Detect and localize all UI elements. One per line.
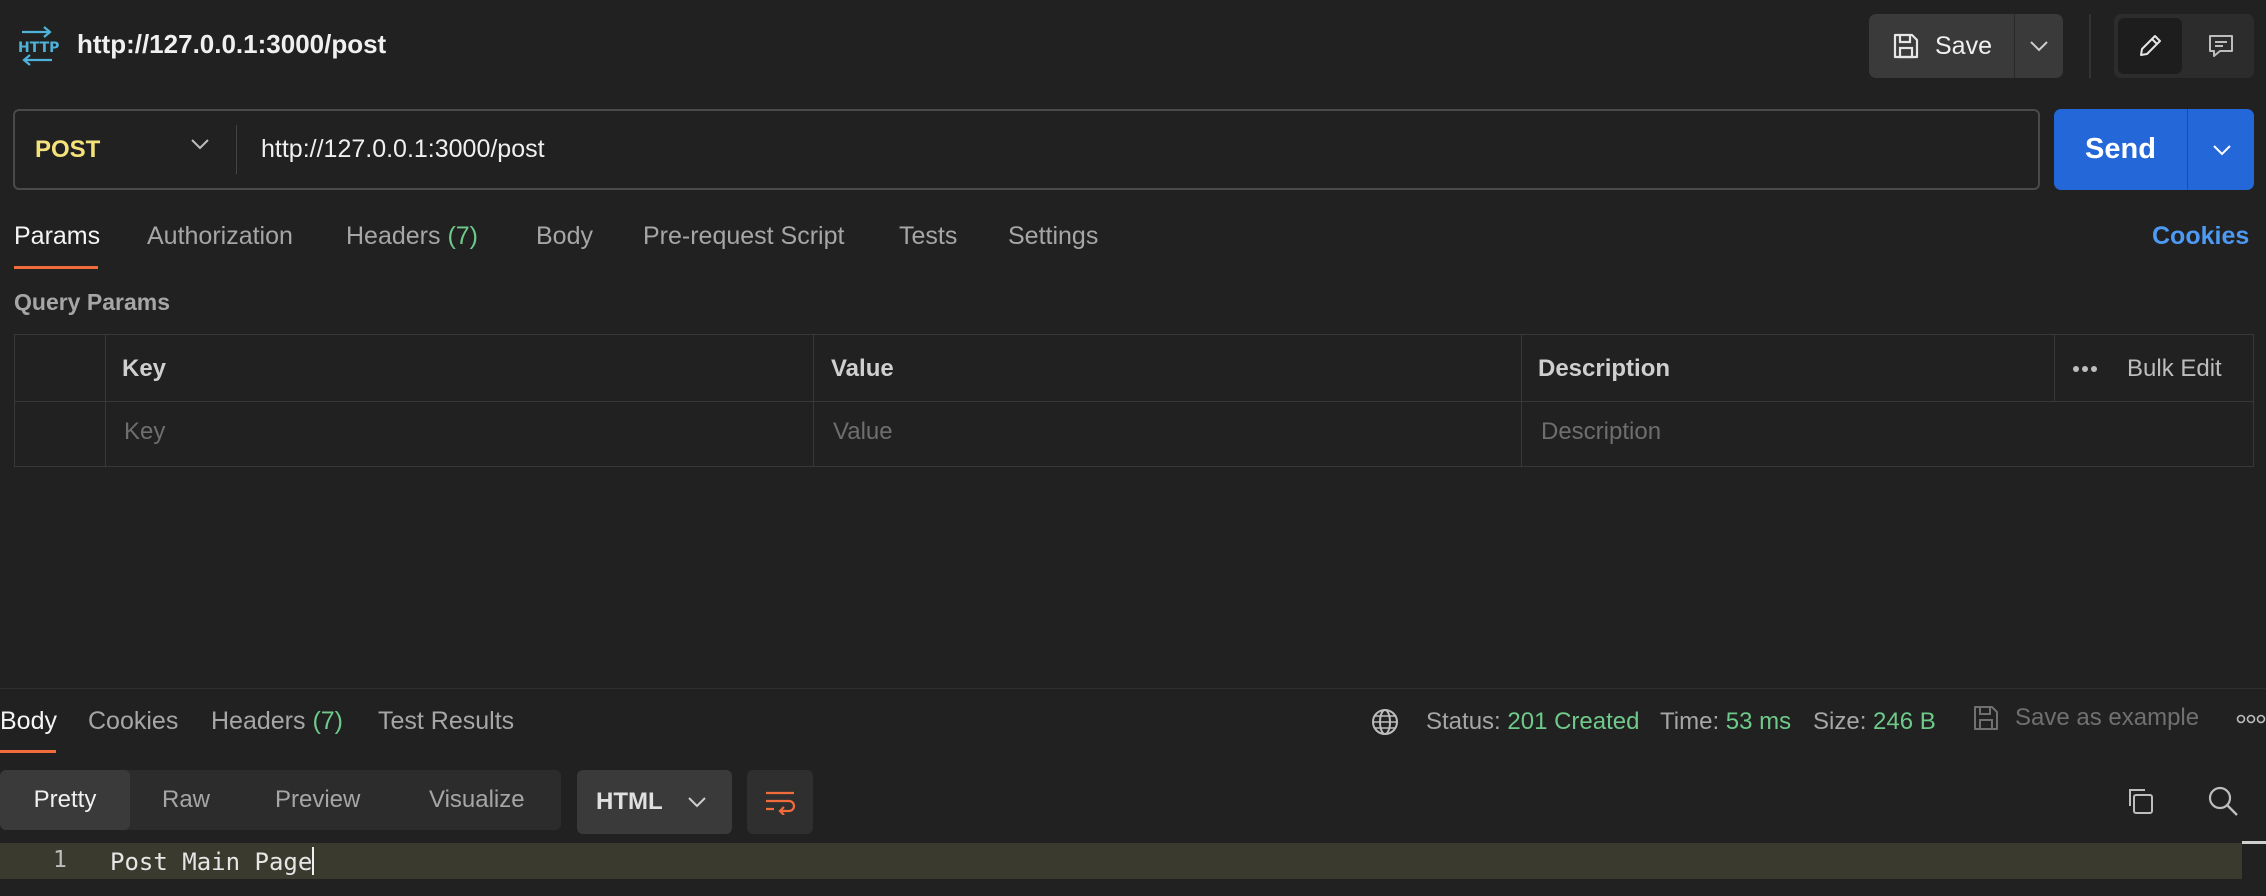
wrap-lines-button[interactable] [747,770,813,834]
comments-button[interactable] [2192,18,2250,74]
chevron-down-icon[interactable] [190,138,210,150]
cookies-link[interactable]: Cookies [2152,222,2249,251]
headers-count: (7) [447,222,479,250]
send-group: Send [2054,109,2254,190]
chevron-down-icon [2030,41,2048,52]
key-input[interactable]: Key [124,418,165,446]
size-label: Size: [1813,708,1867,735]
chevron-down-icon [2212,144,2231,155]
more-options-icon[interactable] [2072,365,2098,373]
text-cursor [312,847,315,875]
page-title: http://127.0.0.1:3000/post [77,29,387,59]
view-visualize[interactable]: Visualize [429,770,525,830]
code-content: Post Main Page [110,848,313,876]
search-icon[interactable] [2206,784,2240,818]
view-raw[interactable]: Raw [162,770,210,830]
status-readout: Status: 201 Created [1426,708,1639,736]
active-tab-indicator [0,750,56,753]
save-options-button[interactable] [2015,14,2063,78]
response-headers-label: Headers [211,707,306,735]
response-tab-test-results[interactable]: Test Results [378,707,514,736]
column-header-value: Value [831,355,894,382]
tab-headers[interactable]: Headers (7) [346,222,478,251]
response-view-selector: Pretty Raw Preview Visualize [0,770,561,830]
query-params-title: Query Params [14,289,170,315]
http-request-icon: HTTP [14,24,60,68]
line-number: 1 [53,847,67,873]
copy-icon[interactable] [2124,785,2156,817]
column-divider [2054,335,2055,401]
column-header-description: Description [1538,355,1671,382]
pencil-icon [2140,35,2161,56]
status-label: Status: [1426,708,1501,735]
active-tab-indicator [14,266,98,269]
save-as-example-label: Save as example [2015,704,2200,731]
size-value: 246 B [1873,708,1936,735]
edit-button[interactable] [2118,18,2182,74]
column-divider [105,335,106,466]
tab-params[interactable]: Params [14,222,100,251]
status-value: 201 Created [1507,708,1640,735]
response-tab-body[interactable]: Body [0,707,57,736]
code-text: Post Main Page [110,847,315,876]
view-mode-group [2114,14,2254,78]
response-divider [0,688,2266,689]
save-button[interactable]: Save [1869,14,2015,78]
tab-settings[interactable]: Settings [1008,222,1098,251]
url-input[interactable]: http://127.0.0.1:3000/post [261,111,545,188]
column-divider [1521,335,1522,466]
time-readout: Time: 53 ms [1660,708,1791,736]
send-options-button[interactable] [2189,109,2254,190]
scrollbar[interactable] [2242,841,2266,844]
code-line[interactable]: 1 Post Main Page [0,843,2242,879]
response-headers-count: (7) [312,707,344,735]
send-button[interactable]: Send [2054,109,2188,190]
row-divider [15,401,2253,402]
divider [236,125,237,174]
response-tab-cookies[interactable]: Cookies [88,707,178,736]
time-value: 53 ms [1725,708,1792,735]
query-params-table: Key Value Description Bulk Edit Key Valu… [14,334,2254,467]
column-divider [813,335,814,466]
column-header-key: Key [122,355,167,382]
tab-headers-label: Headers [346,222,441,250]
comment-icon [2209,35,2233,57]
response-tab-headers[interactable]: Headers (7) [211,707,343,736]
divider [2089,14,2091,78]
wrap-lines-icon [766,791,796,815]
size-readout: Size: 246 B [1813,708,1936,736]
tab-body[interactable]: Body [536,222,593,251]
more-options-icon[interactable] [2236,714,2266,724]
description-input[interactable]: Description [1541,418,1661,446]
tab-tests[interactable]: Tests [899,222,957,251]
save-label: Save [1935,31,1992,60]
svg-text:HTTP: HTTP [18,40,59,56]
save-group: Save [1869,14,2063,78]
tab-prerequest-script[interactable]: Pre-request Script [643,222,844,251]
save-as-example-button[interactable]: Save as example [1971,703,2199,733]
chevron-down-icon [687,797,706,808]
save-icon [1971,703,2001,733]
tab-authorization[interactable]: Authorization [147,222,293,251]
view-pretty[interactable]: Pretty [0,770,130,830]
top-bar: HTTP http://127.0.0.1:3000/post Save [0,0,2266,92]
value-input[interactable]: Value [833,418,893,446]
globe-icon[interactable] [1370,707,1400,737]
time-label: Time: [1660,708,1720,735]
save-icon [1891,31,1921,61]
format-label: HTML [596,788,663,815]
method-select[interactable]: POST [35,111,100,188]
format-select[interactable]: HTML [577,770,732,834]
bulk-edit-button[interactable]: Bulk Edit [2127,355,2222,383]
request-url-bar: POST http://127.0.0.1:3000/post [13,109,2040,190]
view-preview[interactable]: Preview [275,770,360,830]
